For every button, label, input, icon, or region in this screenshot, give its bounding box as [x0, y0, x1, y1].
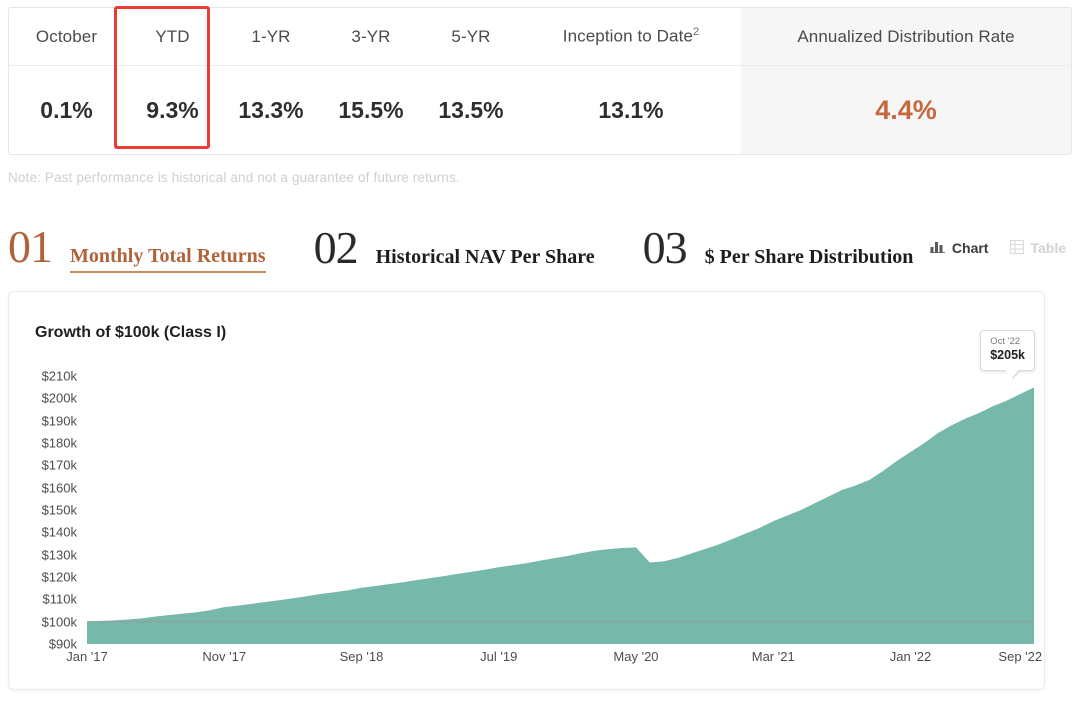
y-axis-tick-label: $190k [41, 413, 77, 429]
y-axis-tick-label: $210k [41, 368, 77, 384]
x-axis-tick-label: Jan '22 [889, 649, 932, 664]
y-axis-tick-label: $170k [41, 457, 77, 473]
value-october: 0.1% [40, 97, 93, 123]
column-header-3yr: 3-YR [321, 8, 421, 66]
column-header-october: October [9, 8, 124, 66]
tooltip-value: $205k [990, 347, 1025, 362]
x-axis-tick-label: Jan '17 [66, 649, 108, 664]
column-header-5yr: 5-YR [421, 8, 521, 66]
view-mode-table-label: Table [1030, 240, 1066, 256]
x-axis-tick-label: Nov '17 [202, 649, 247, 664]
header-label: 1-YR [251, 26, 291, 46]
table-header-row: October YTD 1-YR 3-YR 5-YR Inception to … [9, 8, 1071, 66]
x-axis-tick-label: Mar '21 [751, 649, 795, 664]
column-header-inception-to-date: Inception to Date2 [521, 8, 741, 66]
view-mode-chart-label: Chart [951, 240, 989, 256]
y-axis-tick-label: $120k [41, 569, 77, 585]
chart-title: Growth of $100k (Class I) [35, 324, 227, 341]
x-axis-tick-label: Sep '18 [339, 649, 384, 664]
chart-plot-area[interactable] [87, 365, 1034, 644]
tab-number: 01 [8, 220, 53, 272]
y-axis-tick-label: $160k [41, 480, 77, 496]
area-series-path [87, 387, 1034, 644]
tab-monthly-total-returns[interactable]: 01 Monthly Total Returns [8, 220, 266, 273]
chart-tab-strip: 01 Monthly Total Returns 02 Historical N… [8, 222, 1072, 274]
y-axis-tick-label: $130k [41, 547, 77, 563]
x-axis-tick-label: Sep '22 [998, 649, 1043, 664]
view-mode-chart-button[interactable]: Chart [929, 240, 989, 256]
footnote-marker: 2 [693, 26, 700, 39]
performance-table: October YTD 1-YR 3-YR 5-YR Inception to … [8, 7, 1072, 155]
chart-tooltip: Oct '22 $205k [980, 330, 1035, 378]
view-mode-toggle: Chart Table [929, 239, 1072, 257]
y-axis-tick-label: $150k [41, 502, 77, 518]
value-inception-to-date: 13.1% [598, 97, 664, 123]
tooltip-date: Oct '22 [990, 336, 1021, 347]
column-header-annualized-distribution-rate: Annualized Distribution Rate [741, 8, 1071, 66]
header-label: October [35, 26, 98, 46]
view-mode-table-button[interactable]: Table [1010, 239, 1066, 257]
x-axis-tick-label: May '20 [613, 649, 659, 664]
disclaimer-note: Note: Past performance is historical and… [8, 170, 460, 185]
value-5yr: 13.5% [438, 97, 504, 123]
value-3yr: 15.5% [338, 97, 404, 123]
x-axis-tick-label: Jul '19 [480, 649, 518, 664]
header-label: 3-YR [351, 26, 391, 46]
value-1yr: 13.3% [238, 97, 304, 123]
y-axis-tick-label: $180k [41, 435, 77, 451]
y-axis-tick-label: $140k [41, 524, 77, 540]
tab-label: Historical NAV Per Share [375, 246, 595, 268]
column-header-1yr: 1-YR [221, 8, 321, 66]
area-series-svg [87, 387, 1034, 644]
header-label: Inception to Date [562, 26, 693, 46]
y-axis-tick-label: $100k [41, 614, 77, 630]
tab-historical-nav-per-share[interactable]: 02 Historical NAV Per Share [314, 225, 595, 271]
table-grid-icon [1010, 239, 1025, 257]
value-annualized-distribution-rate: 4.4% [741, 65, 1071, 154]
tab-number: 03 [642, 222, 688, 273]
tab-per-share-distribution[interactable]: 03 $ Per Share Distribution [643, 225, 914, 271]
value-ytd: 9.3% [146, 97, 199, 123]
column-header-ytd: YTD [124, 8, 221, 66]
tab-label: $ Per Share Distribution [704, 246, 914, 268]
chart-x-axis: Jan '17 Nov '17 Sep '18 Jul '19 May '20 Mar '… [9, 649, 1046, 671]
y-axis-tick-label: $200k [41, 390, 77, 406]
table-row: 0.1% 9.3% 13.3% 15.5% 13.5% 13.1% 4.4% [9, 65, 1071, 154]
tab-number: 02 [313, 222, 359, 273]
header-label: 5-YR [451, 26, 491, 46]
y-axis-tick-label: $110k [42, 591, 77, 607]
header-label: YTD [155, 26, 190, 46]
growth-chart-card: Growth of $100k (Class I) $210k $200k $190… [8, 291, 1045, 690]
header-label: Annualized Distribution Rate [797, 26, 1015, 46]
bar-chart-icon [929, 240, 946, 256]
chart-y-axis: $210k $200k $190k $180k $170k $160k $150k $140k… [9, 365, 83, 652]
tab-label: Monthly Total Returns [70, 245, 266, 273]
